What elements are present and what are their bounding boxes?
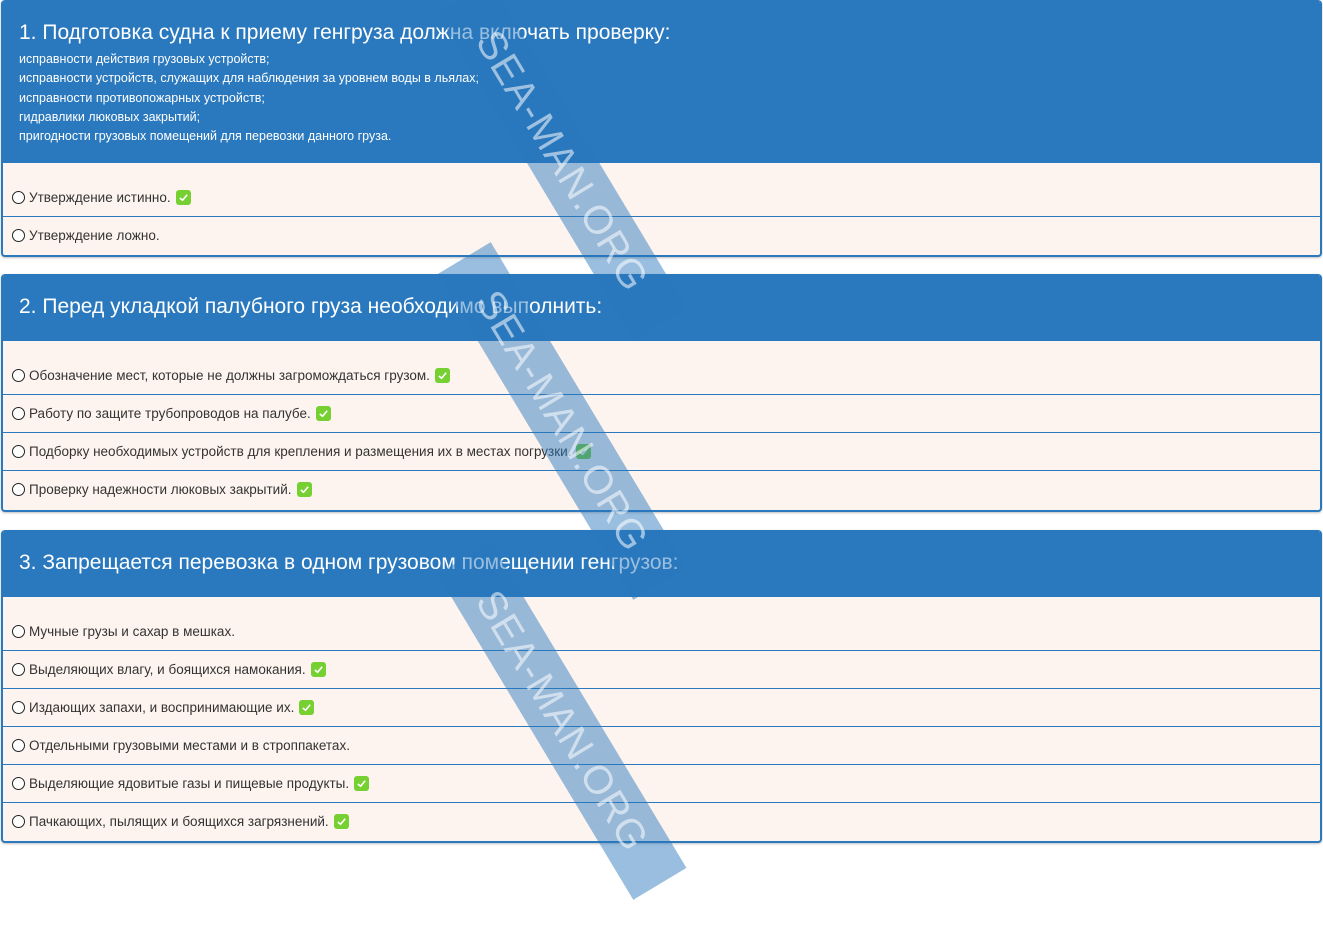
- check-mark-icon: [175, 189, 191, 205]
- check-mark-icon: [299, 700, 315, 715]
- answer-list: Мучные грузы и сахар в мешках. Выделяющи…: [3, 597, 1320, 840]
- answer-text: Выделяющих влагу, и боящихся намокания.: [29, 662, 306, 677]
- answer-option[interactable]: Выделяющие ядовитые газы и пищевые проду…: [3, 764, 1320, 802]
- radio-circle-icon[interactable]: [12, 483, 25, 496]
- answer-text: Обозначение мест, которые не должны загр…: [29, 367, 430, 383]
- check-mark-icon: [333, 814, 349, 829]
- question-card-1: 1. Подготовка судна к приему генгруза до…: [1, 0, 1322, 257]
- answer-option[interactable]: Обозначение мест, которые не должны загр…: [3, 356, 1320, 394]
- answer-option[interactable]: Проверку надежности люковых закрытий.: [3, 470, 1320, 508]
- answer-list: Утверждение истинно. Утверждение ложно.: [3, 163, 1320, 254]
- answer-text: Проверку надежности люковых закрытий.: [29, 482, 292, 497]
- radio-circle-icon[interactable]: [12, 445, 25, 458]
- check-mark-icon: [354, 776, 370, 791]
- question-title: 1. Подготовка судна к приему генгруза до…: [19, 21, 671, 44]
- radio-circle-icon[interactable]: [12, 815, 25, 828]
- check-mark-icon: [296, 482, 312, 497]
- answer-option[interactable]: Пачкающих, пылящих и боящихся загрязнени…: [3, 802, 1320, 840]
- radio-circle-icon[interactable]: [12, 368, 25, 382]
- question-card-3: 3. Запрещается перевозка в одном грузово…: [1, 530, 1322, 843]
- radio-circle-icon[interactable]: [12, 777, 25, 790]
- check-mark-icon: [576, 444, 592, 459]
- question-sub-item: исправности устройств, служащих для набл…: [19, 71, 479, 86]
- answer-text: Утверждение истинно.: [29, 189, 171, 205]
- question-header: 3. Запрещается перевозка в одном грузово…: [3, 530, 1320, 597]
- check-mark-icon: [434, 367, 450, 383]
- answer-text: Подборку необходимых устройств для крепл…: [29, 444, 572, 459]
- answer-option[interactable]: Мучные грузы и сахар в мешках.: [3, 612, 1320, 650]
- answer-option[interactable]: Утверждение истинно.: [3, 178, 1320, 216]
- answer-option[interactable]: Издающих запахи, и воспринимающие их.: [3, 688, 1320, 726]
- answer-text: Пачкающих, пылящих и боящихся загрязнени…: [29, 814, 329, 829]
- question-title: 2. Перед укладкой палубного груза необхо…: [19, 295, 603, 318]
- answer-option[interactable]: Выделяющих влагу, и боящихся намокания.: [3, 650, 1320, 688]
- radio-circle-icon[interactable]: [12, 701, 25, 714]
- question-header: 1. Подготовка судна к приему генгруза до…: [3, 0, 1320, 163]
- answer-text: Издающих запахи, и воспринимающие их.: [29, 700, 295, 715]
- answer-list: Обозначение мест, которые не должны загр…: [3, 341, 1320, 508]
- question-sub-list: исправности действия грузовых устройств;…: [19, 50, 1304, 146]
- answer-text: Отдельными грузовыми местами и в строппа…: [29, 738, 350, 753]
- radio-circle-icon[interactable]: [12, 624, 25, 638]
- question-card-2: 2. Перед укладкой палубного груза необхо…: [1, 274, 1322, 512]
- question-sub-item: гидравлики люковых закрытий;: [19, 109, 201, 124]
- answer-text: Работу по защите трубопроводов на палубе…: [29, 406, 311, 421]
- answer-option[interactable]: Утверждение ложно.: [3, 216, 1320, 254]
- radio-circle-icon[interactable]: [12, 663, 25, 676]
- radio-circle-icon[interactable]: [12, 190, 25, 204]
- radio-circle-icon[interactable]: [12, 229, 25, 242]
- question-sub-item: исправности противопожарных устройств;: [19, 90, 265, 105]
- answer-text: Мучные грузы и сахар в мешках.: [29, 623, 235, 639]
- answer-option[interactable]: Подборку необходимых устройств для крепл…: [3, 432, 1320, 470]
- answer-text: Утверждение ложно.: [29, 228, 160, 243]
- question-title: 3. Запрещается перевозка в одном грузово…: [19, 551, 679, 574]
- answer-option[interactable]: Работу по защите трубопроводов на палубе…: [3, 394, 1320, 432]
- radio-circle-icon[interactable]: [12, 407, 25, 420]
- question-header: 2. Перед укладкой палубного груза необхо…: [3, 274, 1320, 341]
- answer-text: Выделяющие ядовитые газы и пищевые проду…: [29, 776, 350, 791]
- radio-circle-icon[interactable]: [12, 739, 25, 752]
- check-mark-icon: [310, 662, 326, 677]
- check-mark-icon: [315, 406, 331, 421]
- answer-option[interactable]: Отдельными грузовыми местами и в строппа…: [3, 726, 1320, 764]
- question-sub-item: пригодности грузовых помещений для перев…: [19, 129, 392, 144]
- question-sub-item: исправности действия грузовых устройств;: [19, 52, 270, 66]
